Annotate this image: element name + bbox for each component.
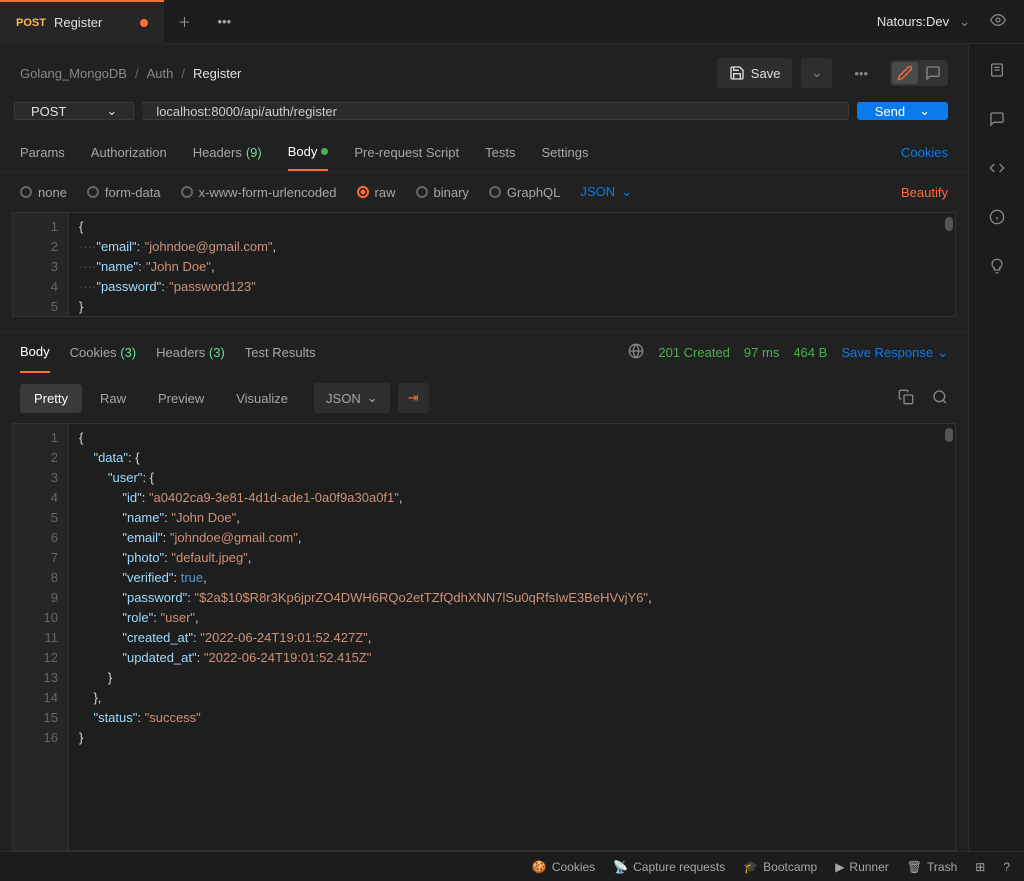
request-body-editor[interactable]: 12345 { ····"email":·"johndoe@gmail.com"… [12, 212, 956, 317]
edit-mode-button[interactable] [892, 62, 918, 84]
footer-cookies[interactable]: 🍪Cookies [532, 860, 595, 874]
resp-tab-cookies[interactable]: Cookies (3) [70, 333, 136, 372]
wrap-lines-button[interactable]: ⇥ [398, 383, 429, 413]
scrollbar-thumb[interactable] [945, 217, 953, 231]
help-icon[interactable]: ? [1003, 860, 1010, 874]
url-row: POST ⌄ localhost:8000/api/auth/register … [0, 102, 968, 134]
lightbulb-icon[interactable] [989, 258, 1005, 277]
active-dot-icon [321, 148, 328, 155]
comments-icon[interactable] [989, 111, 1005, 130]
tab-register[interactable]: POST Register [0, 0, 164, 44]
tab-bar: POST Register ＋ ••• Natours:Dev ⌄ [0, 0, 1024, 44]
scrollbar-thumb[interactable] [945, 428, 953, 442]
response-body-code: { "data": { "user": { "id": "a0402ca9-3e… [69, 424, 955, 752]
tab-body[interactable]: Body [288, 134, 329, 171]
view-visualize[interactable]: Visualize [222, 384, 302, 413]
right-sidebar [968, 44, 1024, 851]
chevron-down-icon: ⌄ [367, 390, 378, 406]
antenna-icon: 📡 [613, 860, 628, 874]
cookies-link[interactable]: Cookies [901, 145, 948, 160]
documentation-icon[interactable] [989, 62, 1005, 81]
tab-overflow-button[interactable]: ••• [204, 14, 244, 29]
tab-prerequest[interactable]: Pre-request Script [354, 135, 459, 170]
copy-icon[interactable] [898, 389, 914, 408]
chevron-down-icon: ⌄ [959, 14, 970, 30]
environment-selector[interactable]: Natours:Dev ⌄ [859, 12, 1024, 31]
response-status: 201 Created 97 ms 464 B Save Response⌄ [628, 343, 948, 362]
chevron-down-icon: ⌄ [919, 103, 930, 119]
save-button[interactable]: Save [717, 58, 793, 88]
play-icon: ▶ [835, 860, 844, 874]
save-response-button[interactable]: Save Response⌄ [841, 345, 948, 361]
radio-graphql[interactable]: GraphQL [489, 185, 560, 200]
tab-headers[interactable]: Headers (9) [193, 135, 262, 170]
trash-icon: 🗑 [907, 860, 922, 874]
chevron-down-icon: ⌄ [621, 184, 632, 200]
beautify-button[interactable]: Beautify [901, 185, 948, 200]
response-size: 464 B [793, 345, 827, 360]
save-dropdown[interactable]: ⌄ [801, 58, 832, 88]
tab-settings[interactable]: Settings [541, 135, 588, 170]
status-bar: 🍪Cookies 📡Capture requests 🎓Bootcamp ▶Ru… [0, 851, 1024, 881]
view-pretty[interactable]: Pretty [20, 384, 82, 413]
request-body-code: { ····"email":·"johndoe@gmail.com", ····… [69, 213, 955, 321]
graduation-icon: 🎓 [743, 860, 758, 874]
chevron-down-icon: ⌄ [106, 103, 117, 119]
resp-tab-body[interactable]: Body [20, 332, 50, 373]
line-gutter: 12345 [13, 213, 69, 316]
view-preview[interactable]: Preview [144, 384, 218, 413]
response-tabs: Body Cookies (3) Headers (3) Test Result… [0, 331, 968, 373]
panes-icon[interactable]: ⊞ [975, 860, 985, 874]
radio-binary[interactable]: binary [416, 185, 469, 200]
search-icon[interactable] [932, 389, 948, 408]
footer-runner[interactable]: ▶Runner [835, 860, 889, 874]
tab-method: POST [16, 17, 46, 29]
info-icon[interactable] [989, 209, 1005, 228]
cookie-icon: 🍪 [532, 860, 547, 874]
save-icon [729, 65, 745, 81]
tab-tests[interactable]: Tests [485, 135, 515, 170]
url-input[interactable]: localhost:8000/api/auth/register [142, 102, 848, 120]
body-type-row: none form-data x-www-form-urlencoded raw… [0, 172, 968, 212]
main-panel: Golang_MongoDB / Auth / Register Save ⌄ … [0, 44, 968, 851]
response-time: 97 ms [744, 345, 779, 360]
tab-params[interactable]: Params [20, 135, 65, 170]
breadcrumb-request[interactable]: Register [193, 66, 241, 81]
breadcrumb-row: Golang_MongoDB / Auth / Register Save ⌄ … [0, 44, 968, 102]
globe-icon[interactable] [628, 343, 644, 362]
radio-urlencoded[interactable]: x-www-form-urlencoded [181, 185, 337, 200]
response-format-select[interactable]: JSON⌄ [314, 383, 390, 413]
radio-formdata[interactable]: form-data [87, 185, 161, 200]
footer-bootcamp[interactable]: 🎓Bootcamp [743, 860, 817, 874]
response-body-editor[interactable]: 12345678910111213141516 { "data": { "use… [12, 423, 956, 851]
view-raw[interactable]: Raw [86, 384, 140, 413]
response-view-row: Pretty Raw Preview Visualize JSON⌄ ⇥ [0, 373, 968, 423]
radio-raw[interactable]: raw [357, 185, 396, 200]
dirty-dot-icon [140, 19, 148, 27]
method-select[interactable]: POST ⌄ [14, 102, 134, 120]
line-gutter: 12345678910111213141516 [13, 424, 69, 850]
request-more-button[interactable]: ••• [840, 66, 882, 81]
send-button[interactable]: Send ⌄ [857, 102, 948, 120]
environment-name: Natours:Dev [877, 14, 949, 29]
resp-tab-headers[interactable]: Headers (3) [156, 333, 225, 372]
tab-authorization[interactable]: Authorization [91, 135, 167, 170]
view-toggle [890, 60, 948, 86]
resp-tab-testresults[interactable]: Test Results [245, 333, 316, 372]
footer-trash[interactable]: 🗑Trash [907, 860, 957, 874]
code-icon[interactable] [989, 160, 1005, 179]
tab-title: Register [54, 15, 102, 30]
new-tab-button[interactable]: ＋ [164, 12, 204, 31]
footer-capture[interactable]: 📡Capture requests [613, 860, 725, 874]
breadcrumb-folder[interactable]: Auth [147, 66, 174, 81]
comment-mode-button[interactable] [920, 62, 946, 84]
breadcrumb-collection[interactable]: Golang_MongoDB [20, 66, 127, 81]
raw-format-select[interactable]: JSON⌄ [580, 184, 632, 200]
chevron-down-icon: ⌄ [937, 345, 948, 361]
request-tabs: Params Authorization Headers (9) Body Pr… [0, 134, 968, 172]
status-code: 201 Created [658, 345, 730, 360]
eye-icon[interactable] [990, 12, 1006, 31]
radio-none[interactable]: none [20, 185, 67, 200]
